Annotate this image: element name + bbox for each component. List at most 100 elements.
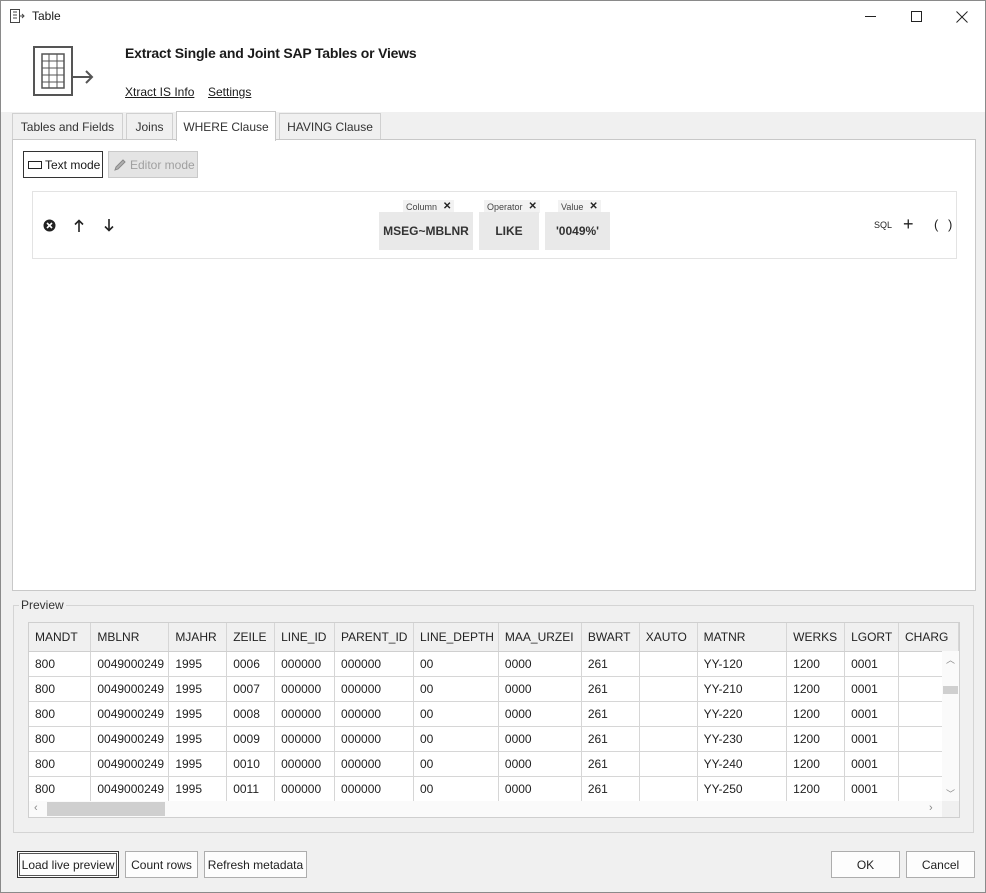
table-cell: 000000 — [334, 676, 414, 702]
table-cell: 1200 — [786, 776, 846, 802]
move-down-button[interactable] — [102, 218, 116, 232]
column-header[interactable]: MBLNR — [90, 623, 170, 652]
table-cell: 0049000249 — [90, 701, 170, 727]
table-cell: 1995 — [168, 751, 228, 777]
table-cell: 261 — [581, 701, 640, 727]
table-cell: 0001 — [844, 726, 900, 752]
remove-column-icon[interactable]: ✕ — [443, 201, 451, 212]
table-cell: 1200 — [786, 651, 846, 677]
xtract-is-info-link[interactable]: Xtract IS Info — [125, 85, 194, 99]
remove-value-icon[interactable]: ✕ — [589, 201, 597, 212]
table-cell: 1995 — [168, 726, 228, 752]
close-icon — [956, 10, 968, 23]
column-header[interactable]: WERKS — [786, 623, 846, 652]
table-row[interactable]: 800 0049000249 1995 0009 000000 000000 00 0000 2… — [29, 726, 959, 752]
table-cell: 800 — [29, 701, 92, 727]
table-cell — [639, 676, 698, 702]
count-rows-button[interactable]: Count rows — [125, 851, 198, 878]
minimize-button[interactable] — [847, 1, 893, 32]
scroll-left-icon[interactable]: ‹ — [34, 802, 38, 814]
preview-table: MANDT MBLNR MJAHR ZEILE LINE_ID PARENT_ID LINE… — [29, 623, 959, 802]
tab-where-clause[interactable]: WHERE Clause — [176, 111, 276, 141]
table-cell: 0008 — [226, 701, 276, 727]
remove-operator-icon[interactable]: ✕ — [529, 201, 537, 212]
column-header[interactable]: MAA_URZEI — [498, 623, 582, 652]
move-up-button[interactable] — [72, 218, 86, 232]
column-header[interactable]: LINE_ID — [274, 623, 336, 652]
column-header[interactable]: MJAHR — [168, 623, 228, 652]
tab-having-clause[interactable]: HAVING Clause — [279, 113, 381, 140]
table-cell — [639, 701, 698, 727]
table-cell: 0000 — [498, 751, 582, 777]
text-mode-label: Text mode — [45, 157, 101, 172]
table-cell: 00 — [413, 751, 499, 777]
table-cell: 00 — [413, 726, 499, 752]
scroll-right-icon[interactable]: › — [929, 802, 933, 814]
tab-joins[interactable]: Joins — [126, 113, 173, 140]
close-button[interactable] — [939, 1, 985, 32]
preview-grid[interactable]: MANDT MBLNR MJAHR ZEILE LINE_ID PARENT_ID LINE… — [28, 622, 960, 818]
column-header[interactable]: MATNR — [697, 623, 788, 652]
table-cell: YY-210 — [697, 676, 788, 702]
maximize-icon — [910, 11, 922, 22]
editor-mode-button[interactable]: Editor mode — [108, 151, 198, 178]
table-cell: 0007 — [226, 676, 276, 702]
table-row[interactable]: 800 0049000249 1995 0008 000000 000000 00 0000 2… — [29, 701, 959, 727]
operator-token[interactable]: LIKE — [479, 212, 539, 250]
text-mode-button[interactable]: Text mode — [23, 151, 103, 178]
table-cell: 00 — [413, 651, 499, 677]
vertical-scroll-thumb[interactable] — [943, 686, 958, 694]
horizontal-scrollbar[interactable]: ‹ › — [29, 801, 942, 817]
maximize-button[interactable] — [893, 1, 939, 32]
column-header[interactable]: BWART — [581, 623, 640, 652]
preview-label: Preview — [19, 598, 66, 612]
table-cell: 1995 — [168, 776, 228, 802]
value-label-text: Value — [561, 201, 584, 212]
table-cell: 000000 — [334, 701, 414, 727]
scroll-down-icon[interactable]: ﹀ — [946, 787, 955, 800]
refresh-metadata-button[interactable]: Refresh metadata — [204, 851, 307, 878]
table-cell: 0000 — [498, 726, 582, 752]
settings-link[interactable]: Settings — [208, 85, 251, 99]
table-row[interactable]: 800 0049000249 1995 0007 000000 000000 00 0000 2… — [29, 676, 959, 702]
table-cell: 0001 — [844, 776, 900, 802]
table-cell: 0049000249 — [90, 726, 170, 752]
tab-tables-and-fields[interactable]: Tables and Fields — [12, 113, 123, 140]
column-header[interactable]: PARENT_ID — [334, 623, 414, 652]
table-cell: 800 — [29, 676, 92, 702]
table-cell: 0000 — [498, 651, 582, 677]
ok-button[interactable]: OK — [831, 851, 900, 878]
table-cell: 0000 — [498, 676, 582, 702]
column-header[interactable]: MANDT — [29, 623, 92, 652]
load-live-preview-button[interactable]: Load live preview — [17, 851, 119, 878]
column-header[interactable]: XAUTO — [639, 623, 698, 652]
table-cell: 000000 — [274, 676, 336, 702]
table-row[interactable]: 800 0049000249 1995 0011 000000 000000 00 0000 2… — [29, 776, 959, 802]
column-token[interactable]: MSEG~MBLNR — [379, 212, 473, 250]
column-header[interactable]: ZEILE — [226, 623, 276, 652]
editor-mode-label: Editor mode — [130, 157, 195, 172]
add-condition-button[interactable]: + — [903, 214, 914, 235]
column-header[interactable]: LGORT — [844, 623, 900, 652]
column-header[interactable]: CHARG — [898, 623, 959, 652]
table-cell: YY-250 — [697, 776, 788, 802]
table-row[interactable]: 800 0049000249 1995 0010 000000 000000 00 0000 2… — [29, 751, 959, 777]
arrow-up-icon — [74, 218, 84, 232]
horizontal-scroll-thumb[interactable] — [47, 802, 165, 816]
add-parentheses-button[interactable]: ( ) — [934, 217, 955, 232]
table-cell: 00 — [413, 776, 499, 802]
remove-clause-button[interactable] — [42, 218, 56, 232]
table-cell: 800 — [29, 776, 92, 802]
column-header[interactable]: LINE_DEPTH — [413, 623, 499, 652]
cancel-button[interactable]: Cancel — [906, 851, 975, 878]
sql-button[interactable]: SQL — [874, 220, 892, 230]
vertical-scrollbar[interactable]: ︿ ﹀ — [942, 651, 959, 801]
table-cell — [639, 776, 698, 802]
table-cell: 0049000249 — [90, 751, 170, 777]
table-window: Table Extract Single and Joint SAP Table… — [0, 0, 986, 893]
table-cell: 000000 — [334, 751, 414, 777]
table-row[interactable]: 800 0049000249 1995 0006 000000 000000 00 0000 2… — [29, 651, 959, 677]
scroll-up-icon[interactable]: ︿ — [946, 653, 955, 666]
value-token[interactable]: '0049%' — [545, 212, 610, 250]
table-cell: 000000 — [274, 751, 336, 777]
